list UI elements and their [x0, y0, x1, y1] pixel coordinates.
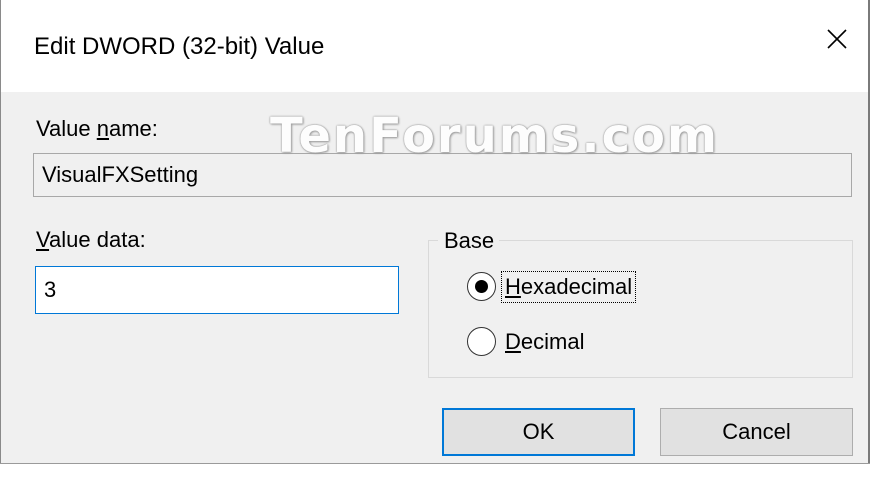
title-bar: Edit DWORD (32-bit) Value	[0, 0, 870, 92]
ok-button[interactable]: OK	[442, 408, 635, 456]
close-button[interactable]	[808, 14, 866, 64]
hexadecimal-label: Hexadecimal	[500, 270, 637, 303]
decimal-label: Decimal	[505, 328, 585, 354]
radio-unselected-icon	[467, 327, 496, 356]
value-name-field[interactable]: VisualFXSetting	[33, 153, 852, 197]
value-data-label: Value data:	[36, 227, 146, 252]
base-groupbox	[428, 240, 853, 378]
close-icon	[827, 29, 847, 49]
radio-selected-icon	[467, 272, 496, 301]
cancel-button[interactable]: Cancel	[660, 408, 853, 456]
dialog-title: Edit DWORD (32-bit) Value	[34, 33, 325, 60]
decimal-radio[interactable]: Decimal	[467, 327, 586, 356]
value-name-label: Value name:	[36, 116, 158, 141]
value-data-input[interactable]	[35, 266, 399, 314]
backdrop-strip	[0, 463, 870, 490]
window-border-bottom	[0, 463, 870, 464]
window-border-left	[0, 0, 1, 464]
hexadecimal-radio[interactable]: Hexadecimal	[467, 270, 637, 303]
base-group-label: Base	[438, 228, 500, 254]
